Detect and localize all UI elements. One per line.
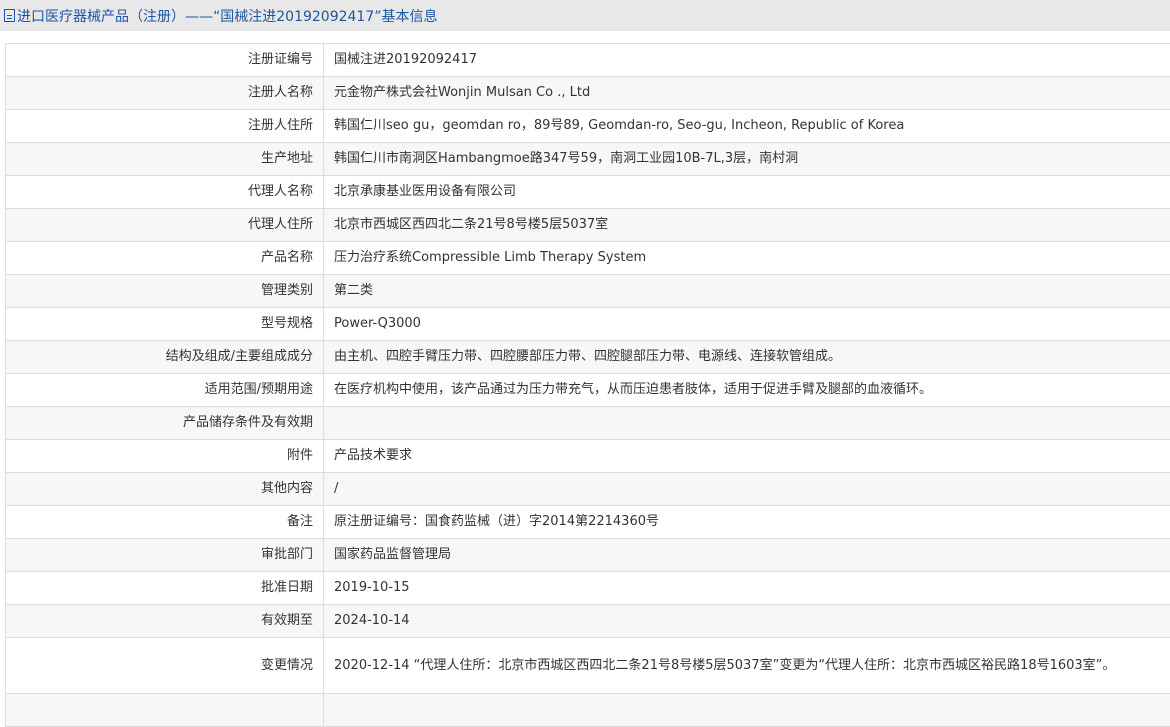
field-value: Power-Q3000: [324, 308, 1170, 341]
table-row: 注册人名称元金物产株式会社Wonjin Mulsan Co ., Ltd: [6, 77, 1170, 110]
table-row: 产品储存条件及有效期: [6, 407, 1170, 440]
field-value: 2019-10-15: [324, 572, 1170, 605]
table-row: 生产地址韩国仁川市南洞区Hambangmoe路347号59，南洞工业园10B-7…: [6, 143, 1170, 176]
field-label: 变更情况: [6, 638, 324, 694]
table-row: 备注原注册证编号：国食药监械（进）字2014第2214360号: [6, 506, 1170, 539]
field-label: 管理类别: [6, 275, 324, 308]
field-label: 产品名称: [6, 242, 324, 275]
table-row: 代理人名称北京承康基业医用设备有限公司: [6, 176, 1170, 209]
table-row: 审批部门国家药品监督管理局: [6, 539, 1170, 572]
table-row: 适用范围/预期用途在医疗机构中使用，该产品通过为压力带充气，从而压迫患者肢体，适…: [6, 374, 1170, 407]
field-label: 适用范围/预期用途: [6, 374, 324, 407]
field-label: 注册人名称: [6, 77, 324, 110]
field-value: 北京市西城区西四北二条21号8号楼5层5037室: [324, 209, 1170, 242]
page-header: 进口医疗器械产品（注册）——“国械注进20192092417”基本信息: [0, 0, 1170, 31]
field-value: 2020-12-14 “代理人住所：北京市西城区西四北二条21号8号楼5层503…: [324, 638, 1170, 694]
table-row: 产品名称压力治疗系统Compressible Limb Therapy Syst…: [6, 242, 1170, 275]
field-value: 产品技术要求: [324, 440, 1170, 473]
table-row: 变更情况2020-12-14 “代理人住所：北京市西城区西四北二条21号8号楼5…: [6, 638, 1170, 694]
field-value: 韩国仁川市南洞区Hambangmoe路347号59，南洞工业园10B-7L,3层…: [324, 143, 1170, 176]
table-row: 注册证编号国械注进20192092417: [6, 44, 1170, 77]
field-label: 产品储存条件及有效期: [6, 407, 324, 440]
field-value: 第二类: [324, 275, 1170, 308]
field-label: 审批部门: [6, 539, 324, 572]
field-value: /: [324, 473, 1170, 506]
field-label: 其他内容: [6, 473, 324, 506]
field-value: 原注册证编号：国食药监械（进）字2014第2214360号: [324, 506, 1170, 539]
field-label: 型号规格: [6, 308, 324, 341]
table-row: 批准日期2019-10-15: [6, 572, 1170, 605]
table-row: 型号规格Power-Q3000: [6, 308, 1170, 341]
page-title: 进口医疗器械产品（注册）——“国械注进20192092417”基本信息: [17, 6, 437, 26]
field-label: 批准日期: [6, 572, 324, 605]
table-row: 结构及组成/主要组成成分由主机、四腔手臂压力带、四腔腰部压力带、四腔腿部压力带、…: [6, 341, 1170, 374]
field-label: 代理人名称: [6, 176, 324, 209]
field-label: 代理人住所: [6, 209, 324, 242]
field-value: [324, 407, 1170, 440]
field-value: 北京承康基业医用设备有限公司: [324, 176, 1170, 209]
field-label: 注册人住所: [6, 110, 324, 143]
field-value: 由主机、四腔手臂压力带、四腔腰部压力带、四腔腿部压力带、电源线、连接软管组成。: [324, 341, 1170, 374]
field-label: 附件: [6, 440, 324, 473]
field-value: 元金物产株式会社Wonjin Mulsan Co ., Ltd: [324, 77, 1170, 110]
table-row: 有效期至2024-10-14: [6, 605, 1170, 638]
table-row: 管理类别第二类: [6, 275, 1170, 308]
field-value: 2024-10-14: [324, 605, 1170, 638]
field-label: 注册证编号: [6, 44, 324, 77]
table-row: 附件产品技术要求: [6, 440, 1170, 473]
field-label: 结构及组成/主要组成成分: [6, 341, 324, 374]
field-label: 备注: [6, 506, 324, 539]
field-value: 韩国仁川seo gu，geomdan ro，89号89, Geomdan-ro,…: [324, 110, 1170, 143]
table-row: 其他内容/: [6, 473, 1170, 506]
table-row: 代理人住所北京市西城区西四北二条21号8号楼5层5037室: [6, 209, 1170, 242]
field-label: 生产地址: [6, 143, 324, 176]
document-icon: [4, 9, 15, 22]
table-row: 注册人住所韩国仁川seo gu，geomdan ro，89号89, Geomda…: [6, 110, 1170, 143]
info-table: 注册证编号国械注进20192092417注册人名称元金物产株式会社Wonjin …: [5, 43, 1170, 727]
field-value: 在医疗机构中使用，该产品通过为压力带充气，从而压迫患者肢体，适用于促进手臂及腿部…: [324, 374, 1170, 407]
field-value: 压力治疗系统Compressible Limb Therapy System: [324, 242, 1170, 275]
field-value: 国械注进20192092417: [324, 44, 1170, 77]
field-value: 国家药品监督管理局: [324, 539, 1170, 572]
field-label: 有效期至: [6, 605, 324, 638]
